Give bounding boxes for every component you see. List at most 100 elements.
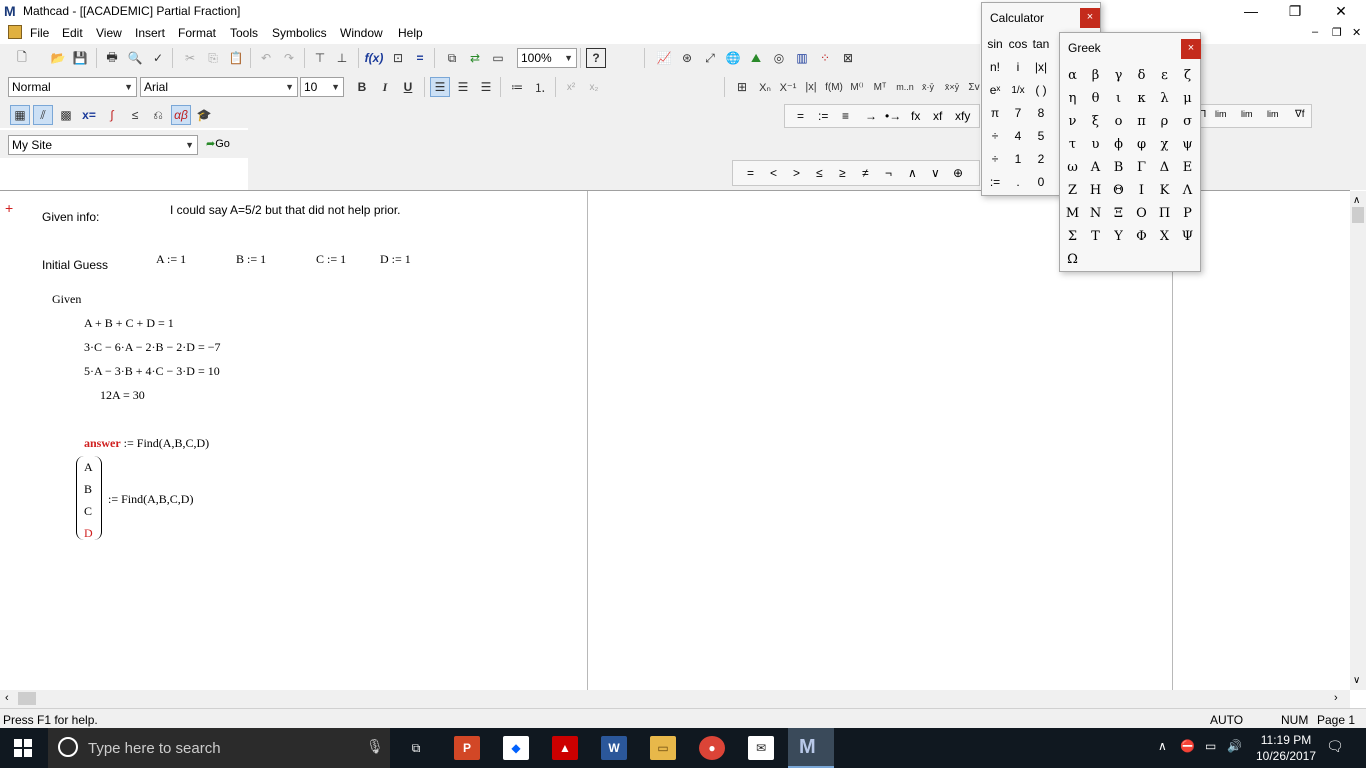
bool-greater-equal-button[interactable]: ≥ bbox=[839, 166, 846, 180]
greek-letter-button[interactable]: Υ bbox=[1107, 225, 1130, 248]
zoom-select[interactable]: 100% ▼ bbox=[517, 48, 577, 68]
site-select[interactable]: My Site ▼ bbox=[8, 135, 198, 155]
calculator-toolbar-icon[interactable]: ▦ bbox=[10, 105, 30, 125]
notification-app-icon[interactable]: ⛔ bbox=[1180, 739, 1195, 753]
greek-letter-button[interactable]: ψ bbox=[1176, 133, 1199, 156]
window-icon[interactable]: ▭ bbox=[488, 48, 508, 68]
cross-product-icon[interactable]: x̄×ȳ bbox=[942, 77, 962, 97]
eval-postfix-button[interactable]: xf bbox=[933, 109, 942, 123]
polar-plot-icon[interactable]: ⊛ bbox=[677, 48, 697, 68]
graph-toolbar-icon[interactable]: ⫽ bbox=[33, 105, 53, 125]
greek-letter-button[interactable]: π bbox=[1130, 110, 1153, 133]
programming-toolbar-icon[interactable]: ⎌ bbox=[148, 105, 168, 125]
vertical-scrollbar[interactable]: ∧ ∨ bbox=[1350, 191, 1366, 690]
contour-plot-icon[interactable]: ◎ bbox=[769, 48, 789, 68]
bool-and-button[interactable]: ∧ bbox=[908, 166, 917, 180]
scatter-plot-icon[interactable]: ⁘ bbox=[815, 48, 835, 68]
greek-letter-button[interactable]: Σ bbox=[1061, 225, 1084, 248]
menu-insert[interactable]: Insert bbox=[135, 26, 165, 40]
clock-date[interactable]: 10/26/2017 bbox=[1251, 749, 1321, 763]
mathcad-taskbar-button[interactable]: M bbox=[788, 728, 834, 768]
eval-equal-button[interactable]: = bbox=[797, 109, 804, 123]
insert-component-icon[interactable]: ⧉ bbox=[442, 48, 462, 68]
numbering-icon[interactable]: ⒈ bbox=[530, 77, 550, 97]
eval-prefix-button[interactable]: fx bbox=[911, 109, 920, 123]
volume-icon[interactable]: 🔊 bbox=[1227, 739, 1242, 753]
eval-keyword-button[interactable]: •→ bbox=[885, 109, 901, 123]
calculate-icon[interactable]: = bbox=[410, 48, 430, 68]
calculator-close-button[interactable]: × bbox=[1080, 8, 1100, 28]
greek-letter-button[interactable]: ϕ bbox=[1107, 133, 1130, 156]
greek-letter-button[interactable]: Γ bbox=[1130, 156, 1153, 179]
calc-imaginary-button[interactable]: i bbox=[1006, 56, 1030, 79]
align-top-icon[interactable]: ⊤ bbox=[310, 48, 330, 68]
calc-pi-button[interactable]: π bbox=[983, 102, 1007, 125]
greek-close-button[interactable]: × bbox=[1181, 39, 1201, 59]
font-select[interactable]: Arial ▼ bbox=[140, 77, 298, 97]
action-center-icon[interactable]: 🗨 bbox=[1326, 738, 1344, 755]
greek-letter-button[interactable]: Θ bbox=[1107, 179, 1130, 202]
boolean-toolbar-icon[interactable]: ≤ bbox=[125, 105, 145, 125]
bold-button[interactable]: B bbox=[352, 77, 372, 97]
windows-start-icon[interactable] bbox=[14, 739, 32, 757]
greek-letter-button[interactable]: Φ bbox=[1130, 225, 1153, 248]
greek-letter-button[interactable]: ω bbox=[1061, 156, 1084, 179]
equation-2[interactable]: 3·C − 6·A − 2·B − 2·D = −7 bbox=[84, 340, 221, 355]
horizontal-scroll-thumb[interactable] bbox=[18, 692, 36, 705]
limit-right-button[interactable]: lim bbox=[1241, 109, 1253, 119]
bool-less-equal-button[interactable]: ≤ bbox=[816, 166, 823, 180]
greek-letter-button[interactable]: Χ bbox=[1153, 225, 1176, 248]
greek-letter-button[interactable]: Ζ bbox=[1061, 179, 1084, 202]
greek-letter-button[interactable]: ρ bbox=[1153, 110, 1176, 133]
print-preview-icon[interactable]: 🔍 bbox=[125, 48, 145, 68]
eval-symbolic-button[interactable]: → bbox=[865, 109, 877, 123]
matrix-toolbar-icon[interactable]: ▩ bbox=[56, 105, 76, 125]
determinant-icon[interactable]: |x| bbox=[801, 77, 821, 97]
doc-minimize-button[interactable]: – bbox=[1312, 26, 1318, 38]
greek-letter-button[interactable]: θ bbox=[1084, 87, 1107, 110]
plot-wizard-icon[interactable]: ⊠ bbox=[838, 48, 858, 68]
calc-2-button[interactable]: 2 bbox=[1029, 148, 1053, 171]
equation-4[interactable]: 12A = 30 bbox=[100, 388, 145, 403]
vector-element-d[interactable]: D bbox=[84, 526, 93, 541]
guess-d[interactable]: D := 1 bbox=[380, 252, 411, 267]
go-button[interactable]: ➦Go bbox=[206, 137, 230, 150]
greek-letter-button[interactable]: ι bbox=[1107, 87, 1130, 110]
greek-letter-button[interactable]: Ε bbox=[1176, 156, 1199, 179]
eval-define-button[interactable]: := bbox=[818, 109, 828, 123]
menu-tools[interactable]: Tools bbox=[230, 26, 258, 40]
scroll-left-icon[interactable]: ‹ bbox=[5, 692, 9, 704]
align-down-icon[interactable]: ⊥ bbox=[332, 48, 352, 68]
equation-1[interactable]: A + B + C + D = 1 bbox=[84, 316, 174, 331]
underline-button[interactable]: U bbox=[398, 77, 418, 97]
bool-less-button[interactable]: < bbox=[770, 166, 777, 180]
column-icon[interactable]: M⁽⁾ bbox=[847, 77, 867, 97]
italic-button[interactable]: I bbox=[375, 77, 395, 97]
bool-greater-button[interactable]: > bbox=[793, 166, 800, 180]
guess-a[interactable]: A := 1 bbox=[156, 252, 186, 267]
bar-plot-icon[interactable]: ▥ bbox=[792, 48, 812, 68]
chrome-icon[interactable]: ● bbox=[699, 736, 725, 760]
calc-sin-button[interactable]: sin bbox=[983, 33, 1007, 56]
limit-left-button[interactable]: lim bbox=[1267, 109, 1279, 119]
battery-icon[interactable]: ▭ bbox=[1205, 739, 1216, 753]
print-icon[interactable]: 🖶 bbox=[102, 48, 122, 68]
clock-time[interactable]: 11:19 PM bbox=[1256, 733, 1316, 747]
calc-5-button[interactable]: 5 bbox=[1029, 125, 1053, 148]
graph-icon[interactable]: 📈 bbox=[654, 48, 674, 68]
greek-letter-button[interactable]: Ξ bbox=[1107, 202, 1130, 225]
vector-element-a[interactable]: A bbox=[84, 460, 93, 475]
bool-not-button[interactable]: ¬ bbox=[885, 166, 892, 180]
spell-check-icon[interactable]: ✓ bbox=[148, 48, 168, 68]
vertical-scroll-thumb[interactable] bbox=[1352, 207, 1364, 223]
greek-letter-button[interactable]: χ bbox=[1153, 133, 1176, 156]
vector-find-expression[interactable]: := Find(A,B,C,D) bbox=[108, 492, 193, 507]
show-hidden-icons-icon[interactable]: ∧ bbox=[1158, 739, 1167, 753]
align-center-icon[interactable]: ☰ bbox=[453, 77, 473, 97]
greek-letter-button[interactable]: α bbox=[1061, 64, 1084, 87]
cut-icon[interactable]: ✂ bbox=[180, 48, 200, 68]
insert-unit-icon[interactable]: ⊡ bbox=[388, 48, 408, 68]
bullets-icon[interactable]: ≔ bbox=[507, 77, 527, 97]
initial-guess-label[interactable]: Initial Guess bbox=[42, 258, 108, 272]
greek-letter-button[interactable]: Ω bbox=[1061, 248, 1084, 271]
